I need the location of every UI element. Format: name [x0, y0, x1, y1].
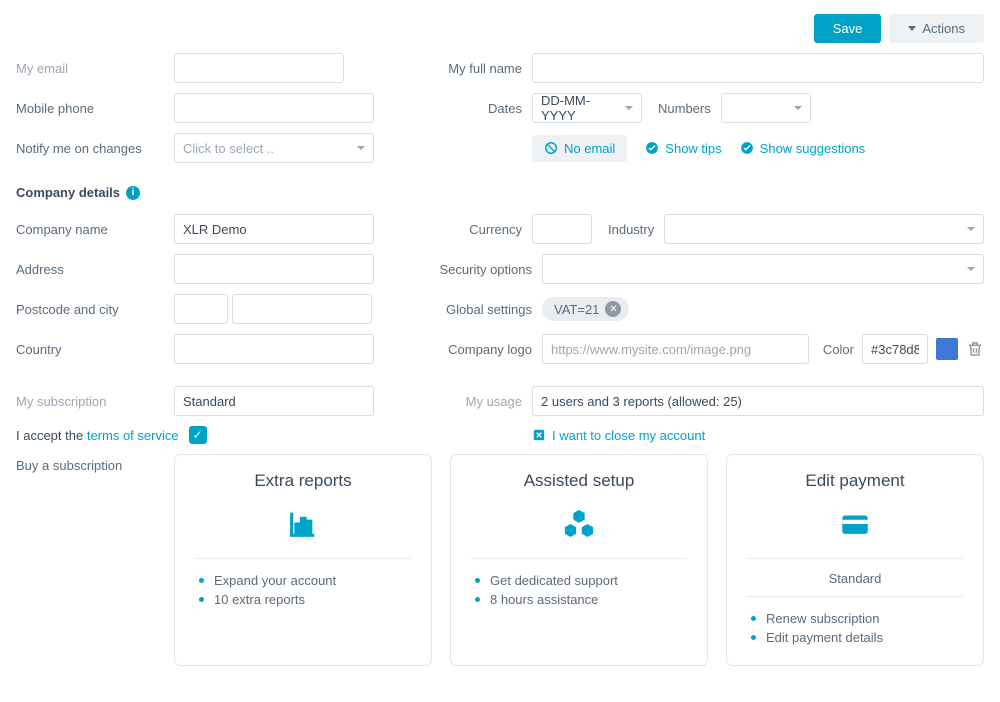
- card-assisted-setup[interactable]: Assisted setup Get dedicated support 8 h…: [450, 454, 708, 666]
- info-icon[interactable]: i: [126, 186, 140, 200]
- dates-value: DD-MM-YYYY: [541, 93, 619, 123]
- tos-prefix: I accept the: [16, 428, 87, 443]
- check-circle-icon: [645, 141, 659, 155]
- country-field[interactable]: [174, 334, 374, 364]
- credit-card-icon: [838, 507, 872, 541]
- company-title-text: Company details: [16, 185, 120, 200]
- remove-tag-icon[interactable]: ✕: [605, 301, 621, 317]
- global-tag-text: VAT=21: [554, 302, 599, 317]
- list-item: 10 extra reports: [199, 590, 411, 609]
- mobile-label: Mobile phone: [16, 101, 174, 116]
- country-label: Country: [16, 342, 174, 357]
- topbar: Save Actions: [16, 14, 984, 43]
- close-square-icon: [532, 428, 546, 442]
- list-item: Renew subscription: [751, 609, 963, 628]
- notify-placeholder: Click to select ..: [183, 141, 274, 156]
- logo-label: Company logo: [432, 342, 542, 357]
- logo-field[interactable]: [542, 334, 809, 364]
- color-label: Color: [823, 342, 854, 357]
- numbers-label: Numbers: [658, 101, 711, 116]
- city-field[interactable]: [232, 294, 372, 324]
- chevron-down-icon: [908, 26, 916, 31]
- global-tag: VAT=21 ✕: [542, 297, 629, 321]
- card-extra-reports[interactable]: Extra reports Expand your account 10 ext…: [174, 454, 432, 666]
- card-edit-payment[interactable]: Edit payment Standard Renew subscription…: [726, 454, 984, 666]
- card-title: Assisted setup: [471, 471, 687, 491]
- industry-select[interactable]: [664, 214, 984, 244]
- chart-icon: [286, 507, 320, 541]
- actions-button[interactable]: Actions: [889, 14, 984, 43]
- email-label: My email: [16, 61, 174, 76]
- fullname-field[interactable]: [532, 53, 984, 83]
- security-select[interactable]: [542, 254, 984, 284]
- currency-label: Currency: [432, 222, 532, 237]
- list-item: Edit payment details: [751, 628, 963, 647]
- check-circle-icon: [740, 141, 754, 155]
- address-field[interactable]: [174, 254, 374, 284]
- list-item: 8 hours assistance: [475, 590, 687, 609]
- no-email-toggle[interactable]: No email: [532, 135, 627, 162]
- chevron-down-icon: [794, 106, 802, 110]
- my-sub-label: My subscription: [16, 394, 174, 409]
- chevron-down-icon: [357, 146, 365, 150]
- close-account-text: I want to close my account: [552, 428, 705, 443]
- show-tips-label: Show tips: [665, 141, 721, 156]
- notify-select[interactable]: Click to select ..: [174, 133, 374, 163]
- card-title: Edit payment: [747, 471, 963, 491]
- chevron-down-icon: [625, 106, 633, 110]
- personal-section: My email My full name Mobile phone Dates…: [16, 53, 984, 163]
- chevron-down-icon: [967, 267, 975, 271]
- boxes-icon: [562, 507, 596, 541]
- industry-label: Industry: [608, 222, 654, 237]
- color-swatch[interactable]: [936, 338, 958, 360]
- tos-text: I accept the terms of service: [16, 428, 179, 443]
- show-suggestions-toggle[interactable]: Show suggestions: [740, 141, 866, 156]
- mobile-field[interactable]: [174, 93, 374, 123]
- company-name-field[interactable]: [174, 214, 374, 244]
- my-sub-field: [174, 386, 374, 416]
- email-field[interactable]: [174, 53, 344, 83]
- numbers-select[interactable]: [721, 93, 811, 123]
- tos-link[interactable]: terms of service: [87, 428, 179, 443]
- no-email-label: No email: [564, 141, 615, 156]
- chevron-down-icon: [967, 227, 975, 231]
- tos-checkbox[interactable]: ✓: [189, 426, 207, 444]
- card-subtitle: Standard: [747, 571, 963, 597]
- list-item: Get dedicated support: [475, 571, 687, 590]
- save-button[interactable]: Save: [814, 14, 882, 43]
- close-account-link[interactable]: I want to close my account: [532, 428, 705, 443]
- company-name-label: Company name: [16, 222, 174, 237]
- company-section: Company details i Company name Currency …: [16, 185, 984, 364]
- show-tips-toggle[interactable]: Show tips: [645, 141, 721, 156]
- dates-label: Dates: [432, 101, 532, 116]
- fullname-label: My full name: [432, 61, 532, 76]
- subscription-section: My subscription My usage I accept the te…: [16, 386, 984, 666]
- notify-label: Notify me on changes: [16, 141, 174, 156]
- ban-icon: [544, 141, 558, 155]
- currency-select[interactable]: [532, 214, 592, 244]
- global-label: Global settings: [432, 302, 542, 317]
- dates-select[interactable]: DD-MM-YYYY: [532, 93, 642, 123]
- card-title: Extra reports: [195, 471, 411, 491]
- postcode-label: Postcode and city: [16, 302, 174, 317]
- usage-label: My usage: [432, 394, 532, 409]
- security-label: Security options: [432, 262, 542, 277]
- show-suggestions-label: Show suggestions: [760, 141, 866, 156]
- address-label: Address: [16, 262, 174, 277]
- postcode-field[interactable]: [174, 294, 228, 324]
- company-section-title: Company details i: [16, 185, 984, 200]
- color-field[interactable]: [862, 334, 928, 364]
- list-item: Expand your account: [199, 571, 411, 590]
- subscription-cards: Extra reports Expand your account 10 ext…: [174, 454, 984, 666]
- usage-field: [532, 386, 984, 416]
- actions-label: Actions: [922, 21, 965, 36]
- buy-label: Buy a subscription: [16, 454, 174, 473]
- trash-icon[interactable]: [966, 340, 984, 358]
